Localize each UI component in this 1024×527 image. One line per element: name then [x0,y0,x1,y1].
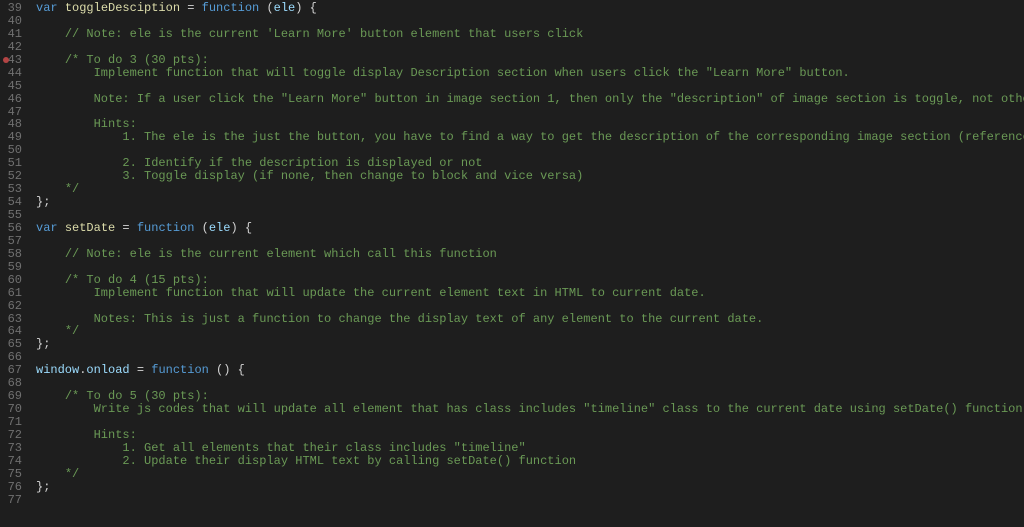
line-number: 73 [0,442,22,455]
code-line[interactable]: */ [36,183,1024,196]
line-number: 40 [0,15,22,28]
line-number: 60 [0,274,22,287]
line-number: 61 [0,287,22,300]
line-number: 58 [0,248,22,261]
code-line[interactable]: 2. Update their display HTML text by cal… [36,455,1024,468]
line-number: 44 [0,67,22,80]
code-line[interactable]: 1. The ele is the just the button, you h… [36,131,1024,144]
line-number: 41 [0,28,22,41]
code-line[interactable]: */ [36,468,1024,481]
line-gutter: 3940414243444546474849505152535455565758… [0,2,36,507]
code-line[interactable]: Write js codes that will update all elem… [36,403,1024,416]
code-line[interactable]: }; [36,481,1024,494]
line-number: 75 [0,468,22,481]
code-line[interactable]: // Note: ele is the current 'Learn More'… [36,28,1024,41]
code-line[interactable]: var setDate = function (ele) { [36,222,1024,235]
line-number: 39 [0,2,22,15]
line-number: 77 [0,494,22,507]
code-line[interactable]: 3. Toggle display (if none, then change … [36,170,1024,183]
code-line[interactable]: Note: If a user click the "Learn More" b… [36,93,1024,106]
code-line[interactable]: }; [36,196,1024,209]
code-line[interactable] [36,416,1024,429]
code-line[interactable] [36,106,1024,119]
code-line[interactable] [36,494,1024,507]
code-line[interactable]: Implement function that will toggle disp… [36,67,1024,80]
code-line[interactable]: Notes: This is just a function to change… [36,313,1024,326]
code-editor[interactable]: 3940414243444546474849505152535455565758… [0,0,1024,507]
code-line[interactable]: Implement function that will update the … [36,287,1024,300]
line-number: 62 [0,300,22,313]
line-number: 57 [0,235,22,248]
line-number: 59 [0,261,22,274]
line-number: 76 [0,481,22,494]
line-number: 55 [0,209,22,222]
code-line[interactable]: window.onload = function () { [36,364,1024,377]
line-number: 71 [0,416,22,429]
code-line[interactable]: }; [36,338,1024,351]
code-area[interactable]: var toggleDesciption = function (ele) { … [36,2,1024,507]
breakpoint-icon[interactable] [3,57,9,63]
code-line[interactable]: */ [36,325,1024,338]
line-number: 45 [0,80,22,93]
code-line[interactable]: var toggleDesciption = function (ele) { [36,2,1024,15]
line-number: 72 [0,429,22,442]
line-number: 46 [0,93,22,106]
line-number: 56 [0,222,22,235]
code-line[interactable]: // Note: ele is the current element whic… [36,248,1024,261]
line-number: 42 [0,41,22,54]
line-number: 74 [0,455,22,468]
